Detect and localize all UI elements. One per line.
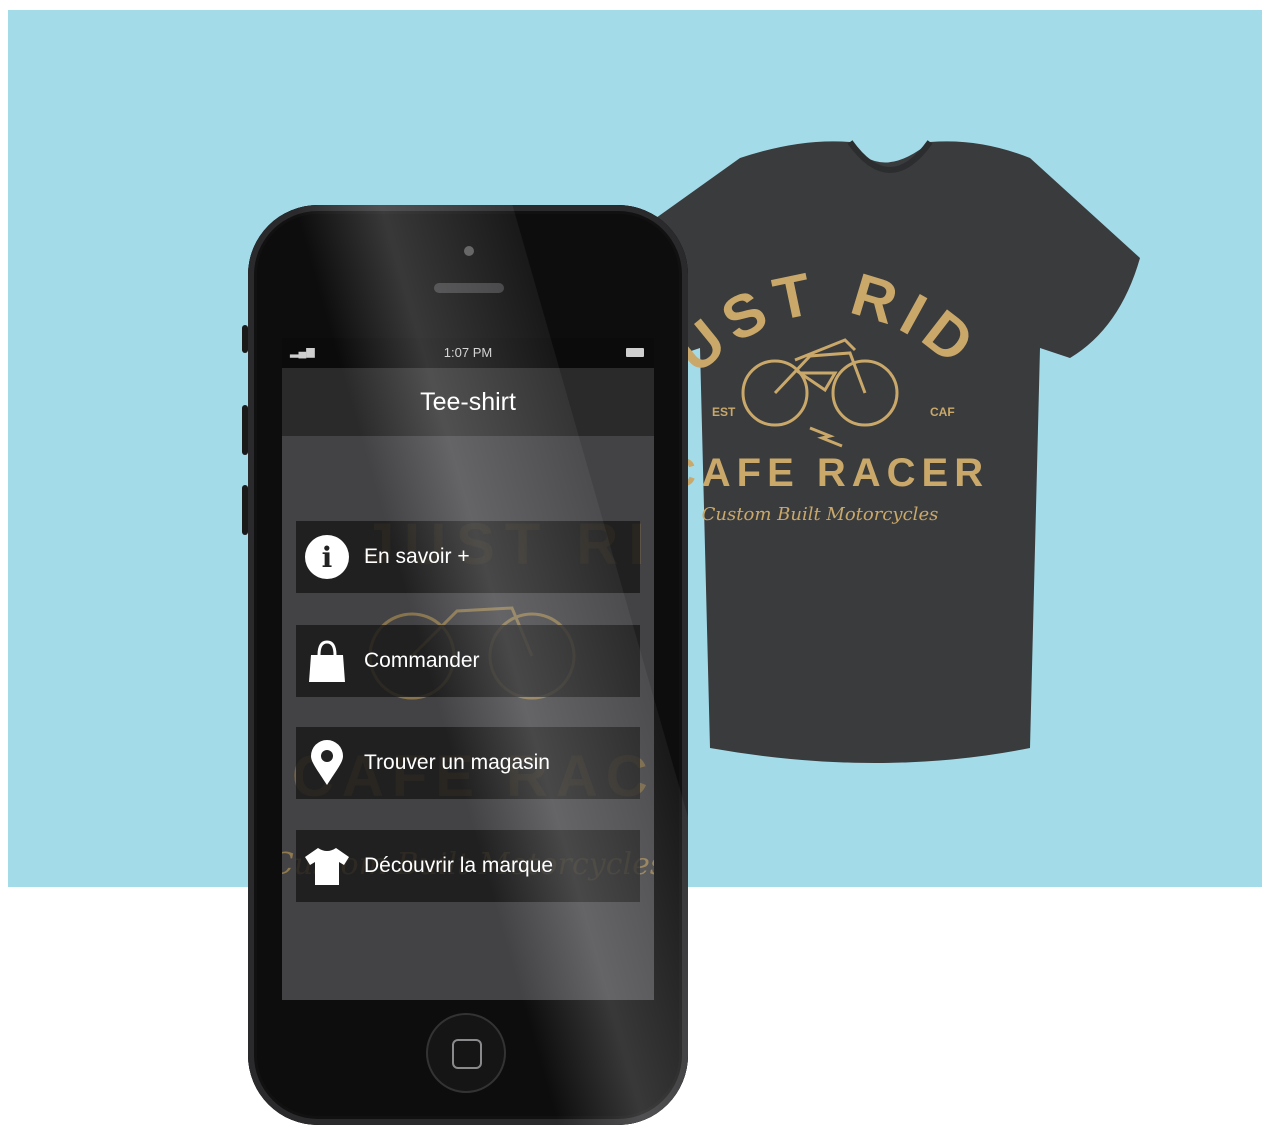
status-bar: ▂▄▆ 1:07 PM <box>282 338 654 368</box>
battery-icon <box>626 348 644 357</box>
volume-up-key <box>242 405 248 455</box>
phone-device: ▂▄▆ 1:07 PM Tee-shirt JUST RIDE CAFE RAC… <box>242 205 688 1125</box>
menu-item-commander[interactable]: Commander <box>296 625 640 697</box>
tshirt-subline: CAFE RACER <box>667 451 989 495</box>
menu-item-en-savoir[interactable]: i En savoir + <box>296 521 640 593</box>
info-icon: i <box>296 534 358 580</box>
location-pin-icon <box>296 740 358 786</box>
shopping-bag-icon <box>296 639 358 683</box>
tshirt-script: Custom Built Motorcycles <box>702 504 939 525</box>
tshirt-est-text: EST <box>712 405 736 419</box>
earpiece-speaker <box>434 283 504 293</box>
menu-item-decouvrir-marque[interactable]: Découvrir la marque <box>296 830 640 902</box>
menu-item-label: En savoir + <box>364 545 470 568</box>
menu-item-label: Trouver un magasin <box>364 751 550 774</box>
phone-screen: ▂▄▆ 1:07 PM Tee-shirt JUST RIDE CAFE RAC… <box>282 338 654 1000</box>
home-button[interactable] <box>426 1013 506 1093</box>
screen-title: Tee-shirt <box>282 368 654 436</box>
svg-text:i: i <box>322 541 333 574</box>
menu-item-label: Commander <box>364 649 480 672</box>
tshirt-icon <box>296 846 358 886</box>
menu-item-trouver-magasin[interactable]: Trouver un magasin <box>296 727 640 799</box>
volume-down-key <box>242 485 248 535</box>
front-camera <box>464 246 474 256</box>
mute-switch <box>242 325 248 353</box>
status-time: 1:07 PM <box>443 345 493 360</box>
tshirt-badge-text: CAF <box>930 405 955 419</box>
menu-item-label: Découvrir la marque <box>364 854 554 877</box>
